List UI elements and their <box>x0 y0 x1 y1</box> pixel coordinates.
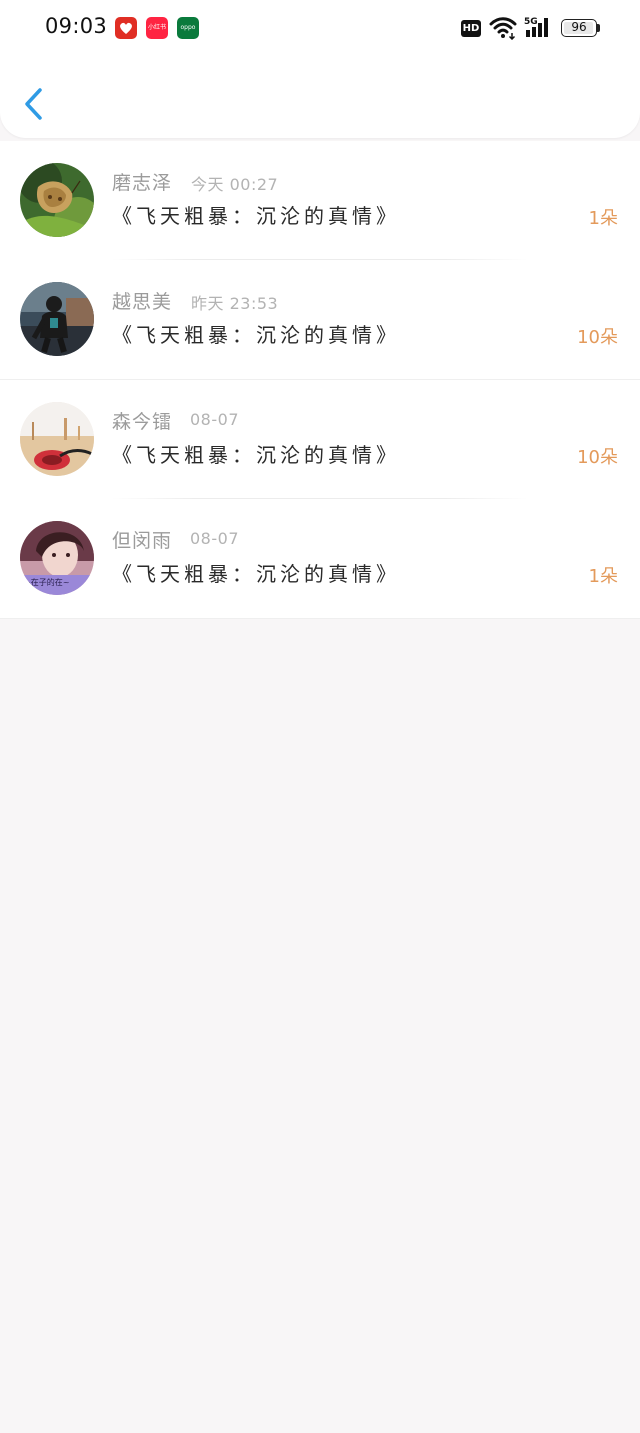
back-button[interactable] <box>16 82 52 126</box>
status-time: 09:03 <box>45 14 108 38</box>
sender-name: 磨志泽 <box>112 172 173 194</box>
wifi-icon <box>489 17 517 40</box>
oppo-label: oppo <box>180 24 196 31</box>
book-title: 《飞天粗暴：沉沦的真情》 <box>112 562 400 586</box>
gift-list: 磨志泽 今天 00:27 《飞天粗暴：沉沦的真情》 1朵 越思美 昨天 23:5… <box>0 141 640 619</box>
battery-tip <box>597 24 600 32</box>
top-bar: 09:03 小红书 oppo HD 5G 96 <box>0 0 640 138</box>
battery-icon: 96 <box>561 19 597 37</box>
list-item[interactable]: 磨志泽 今天 00:27 《飞天粗暴：沉沦的真情》 1朵 <box>0 141 640 260</box>
book-title: 《飞天粗暴：沉沦的真情》 <box>112 323 400 347</box>
signal-5g-icon: 5G <box>524 17 548 37</box>
svg-text:~在子的在~: ~在子的在~ <box>24 577 69 587</box>
butterfly-avatar-image <box>20 163 94 237</box>
send-date: 08-07 <box>190 410 239 429</box>
gift-count: 1朵 <box>588 566 618 587</box>
oppo-icon: oppo <box>177 17 199 39</box>
gift-count: 10朵 <box>577 327 618 348</box>
list-item[interactable]: 森今镭 08-07 《飞天粗暴：沉沦的真情》 10朵 <box>0 380 640 499</box>
list-item[interactable]: ~在子的在~ 但闵雨 08-07 《飞天粗暴：沉沦的真情》 1朵 <box>0 499 640 619</box>
hd-icon: HD <box>461 20 481 37</box>
xiaohongshu-label: 小红书 <box>147 24 166 31</box>
send-date: 08-07 <box>190 529 239 548</box>
sender-name: 森今镭 <box>112 411 173 433</box>
avatar[interactable]: ~在子的在~ <box>20 521 94 595</box>
send-date: 昨天 23:53 <box>191 294 279 313</box>
person-avatar-image <box>20 282 94 356</box>
send-date: 今天 00:27 <box>191 175 279 194</box>
sender-name: 越思美 <box>112 291 173 313</box>
battery-level: 96 <box>571 20 587 34</box>
chevron-left-icon <box>25 88 42 120</box>
beach-avatar-image <box>20 402 94 476</box>
status-bar: 09:03 小红书 oppo HD 5G 96 <box>0 0 640 56</box>
pinduoduo-icon <box>115 17 137 39</box>
gift-count: 10朵 <box>577 447 618 468</box>
avatar[interactable] <box>20 402 94 476</box>
list-item[interactable]: 越思美 昨天 23:53 《飞天粗暴：沉沦的真情》 10朵 <box>0 260 640 380</box>
network-label: 5G <box>524 17 538 27</box>
sender-name: 但闵雨 <box>112 530 173 552</box>
avatar[interactable] <box>20 163 94 237</box>
gift-count: 1朵 <box>588 208 618 229</box>
portrait-avatar-image: ~在子的在~ <box>20 521 94 595</box>
book-title: 《飞天粗暴：沉沦的真情》 <box>112 443 400 467</box>
avatar[interactable] <box>20 282 94 356</box>
xiaohongshu-icon: 小红书 <box>146 17 168 39</box>
book-title: 《飞天粗暴：沉沦的真情》 <box>112 204 400 228</box>
